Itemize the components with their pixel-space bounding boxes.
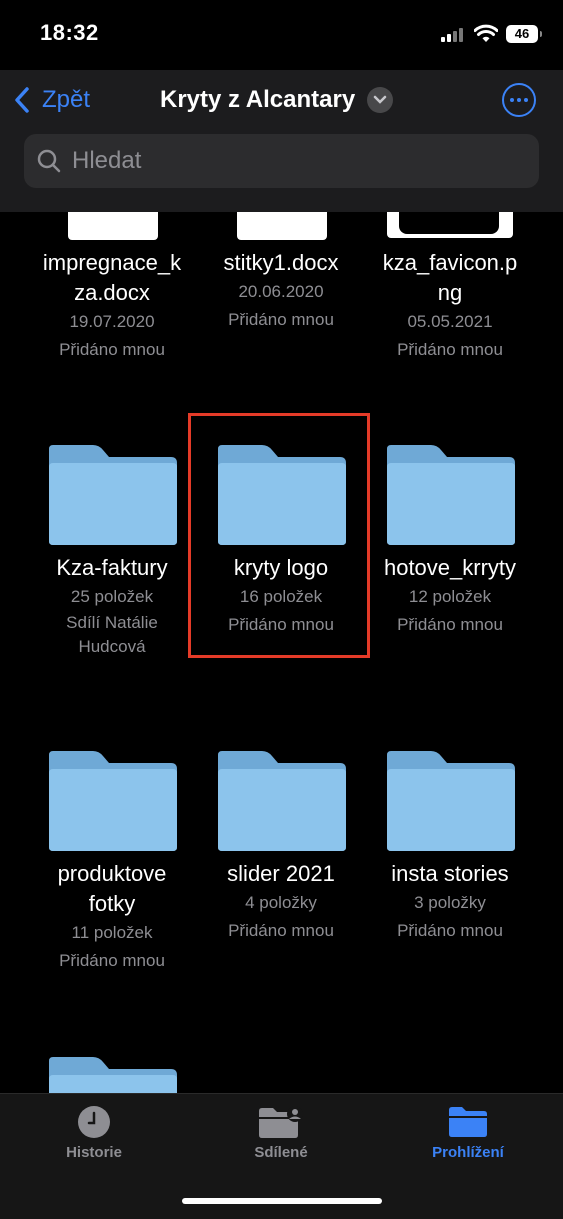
folder-owner: Přidáno mnou	[59, 951, 165, 970]
folder-icon[interactable]	[49, 751, 177, 851]
folder-name: Kza-faktury	[56, 555, 168, 580]
file-owner: Přidáno mnou	[397, 340, 503, 359]
folder-icon	[449, 1107, 487, 1137]
folder-name: fotky	[88, 891, 136, 916]
more-options-button[interactable]	[502, 83, 536, 117]
file-owner: Přidáno mnou	[228, 310, 334, 329]
folder-item[interactable]: slider 2021 4 položky Přidáno mnou	[196, 859, 366, 945]
folder-owner: Přidáno mnou	[397, 615, 503, 634]
file-date: 05.05.2021	[407, 312, 493, 331]
tab-label: Historie	[66, 1144, 122, 1161]
folder-icon[interactable]	[218, 751, 346, 851]
file-date: 19.07.2020	[69, 312, 155, 331]
file-name: ng	[437, 280, 463, 305]
navigation-header: Zpět Kryty z Alcantary	[0, 70, 563, 212]
search-icon	[37, 149, 61, 173]
folder-count: 25 položek	[70, 587, 154, 606]
folder-icon[interactable]	[387, 445, 515, 545]
folder-icon[interactable]	[49, 445, 177, 545]
highlight-box	[188, 413, 370, 658]
battery-icon: 46	[506, 25, 542, 43]
file-name: stitky1.docx	[223, 250, 339, 275]
folder-item[interactable]: insta stories 3 položky Přidáno mnou	[365, 859, 535, 945]
chevron-left-icon	[15, 87, 29, 113]
back-button[interactable]: Zpět	[12, 84, 90, 116]
title-menu[interactable]: Kryty z Alcantary	[160, 82, 394, 118]
file-thumbnail[interactable]	[237, 212, 327, 240]
search-bar[interactable]	[24, 134, 539, 188]
folder-owner: Hudcová	[78, 637, 146, 656]
status-time: 18:32	[40, 20, 99, 45]
tab-sdilene[interactable]: Sdílené	[211, 1104, 351, 1161]
image-thumbnail[interactable]	[387, 212, 513, 238]
folder-name: produktove	[57, 861, 167, 886]
file-name: kza_favicon.p	[382, 250, 518, 275]
chevron-down-icon	[367, 87, 394, 113]
search-input[interactable]	[70, 146, 514, 176]
clock-icon	[78, 1106, 110, 1138]
wifi-icon	[474, 24, 498, 42]
file-thumbnail[interactable]	[68, 212, 158, 240]
file-date: 20.06.2020	[238, 282, 324, 301]
file-name: za.docx	[74, 280, 150, 305]
file-owner: Přidáno mnou	[59, 340, 165, 359]
folder-item[interactable]: Kza-faktury 25 položek Sdílí Natálie Hud…	[27, 553, 197, 659]
folder-item[interactable]: hotove_krryty 12 položek Přidáno mnou	[365, 553, 535, 639]
tab-prohlizeni[interactable]: Prohlížení	[398, 1104, 538, 1161]
file-item[interactable]: impregnace_k za.docx 19.07.2020 Přidáno …	[27, 248, 197, 364]
folder-owner: Sdílí Natálie	[66, 613, 158, 632]
file-item[interactable]: kza_favicon.p ng 05.05.2021 Přidáno mnou	[365, 248, 535, 364]
tab-label: Sdílené	[254, 1144, 308, 1161]
home-indicator[interactable]	[182, 1198, 382, 1204]
file-item[interactable]: stitky1.docx 20.06.2020 Přidáno mnou	[196, 248, 366, 334]
page-title: Kryty z Alcantary	[160, 86, 356, 113]
folder-count: 11 položek	[71, 923, 153, 942]
tab-historie[interactable]: Historie	[24, 1104, 164, 1161]
file-name: impregnace_k	[42, 250, 182, 275]
folder-owner: Přidáno mnou	[228, 921, 334, 940]
folder-count: 12 položek	[408, 587, 492, 606]
folder-name: insta stories	[391, 861, 509, 886]
shared-folder-icon	[259, 1106, 303, 1138]
folder-name: slider 2021	[227, 861, 335, 886]
cellular-signal-icon	[441, 28, 465, 42]
folder-owner: Přidáno mnou	[397, 921, 503, 940]
folder-count: 4 položky	[245, 893, 317, 912]
status-bar: 18:32 46	[0, 0, 563, 70]
folder-name: hotove_krryty	[383, 555, 517, 580]
back-label: Zpět	[42, 86, 91, 113]
folder-icon[interactable]	[387, 751, 515, 851]
folder-item[interactable]: produktove fotky 11 položek Přidáno mnou	[27, 859, 197, 975]
folder-count: 3 položky	[414, 893, 486, 912]
tab-label: Prohlížení	[432, 1144, 504, 1161]
